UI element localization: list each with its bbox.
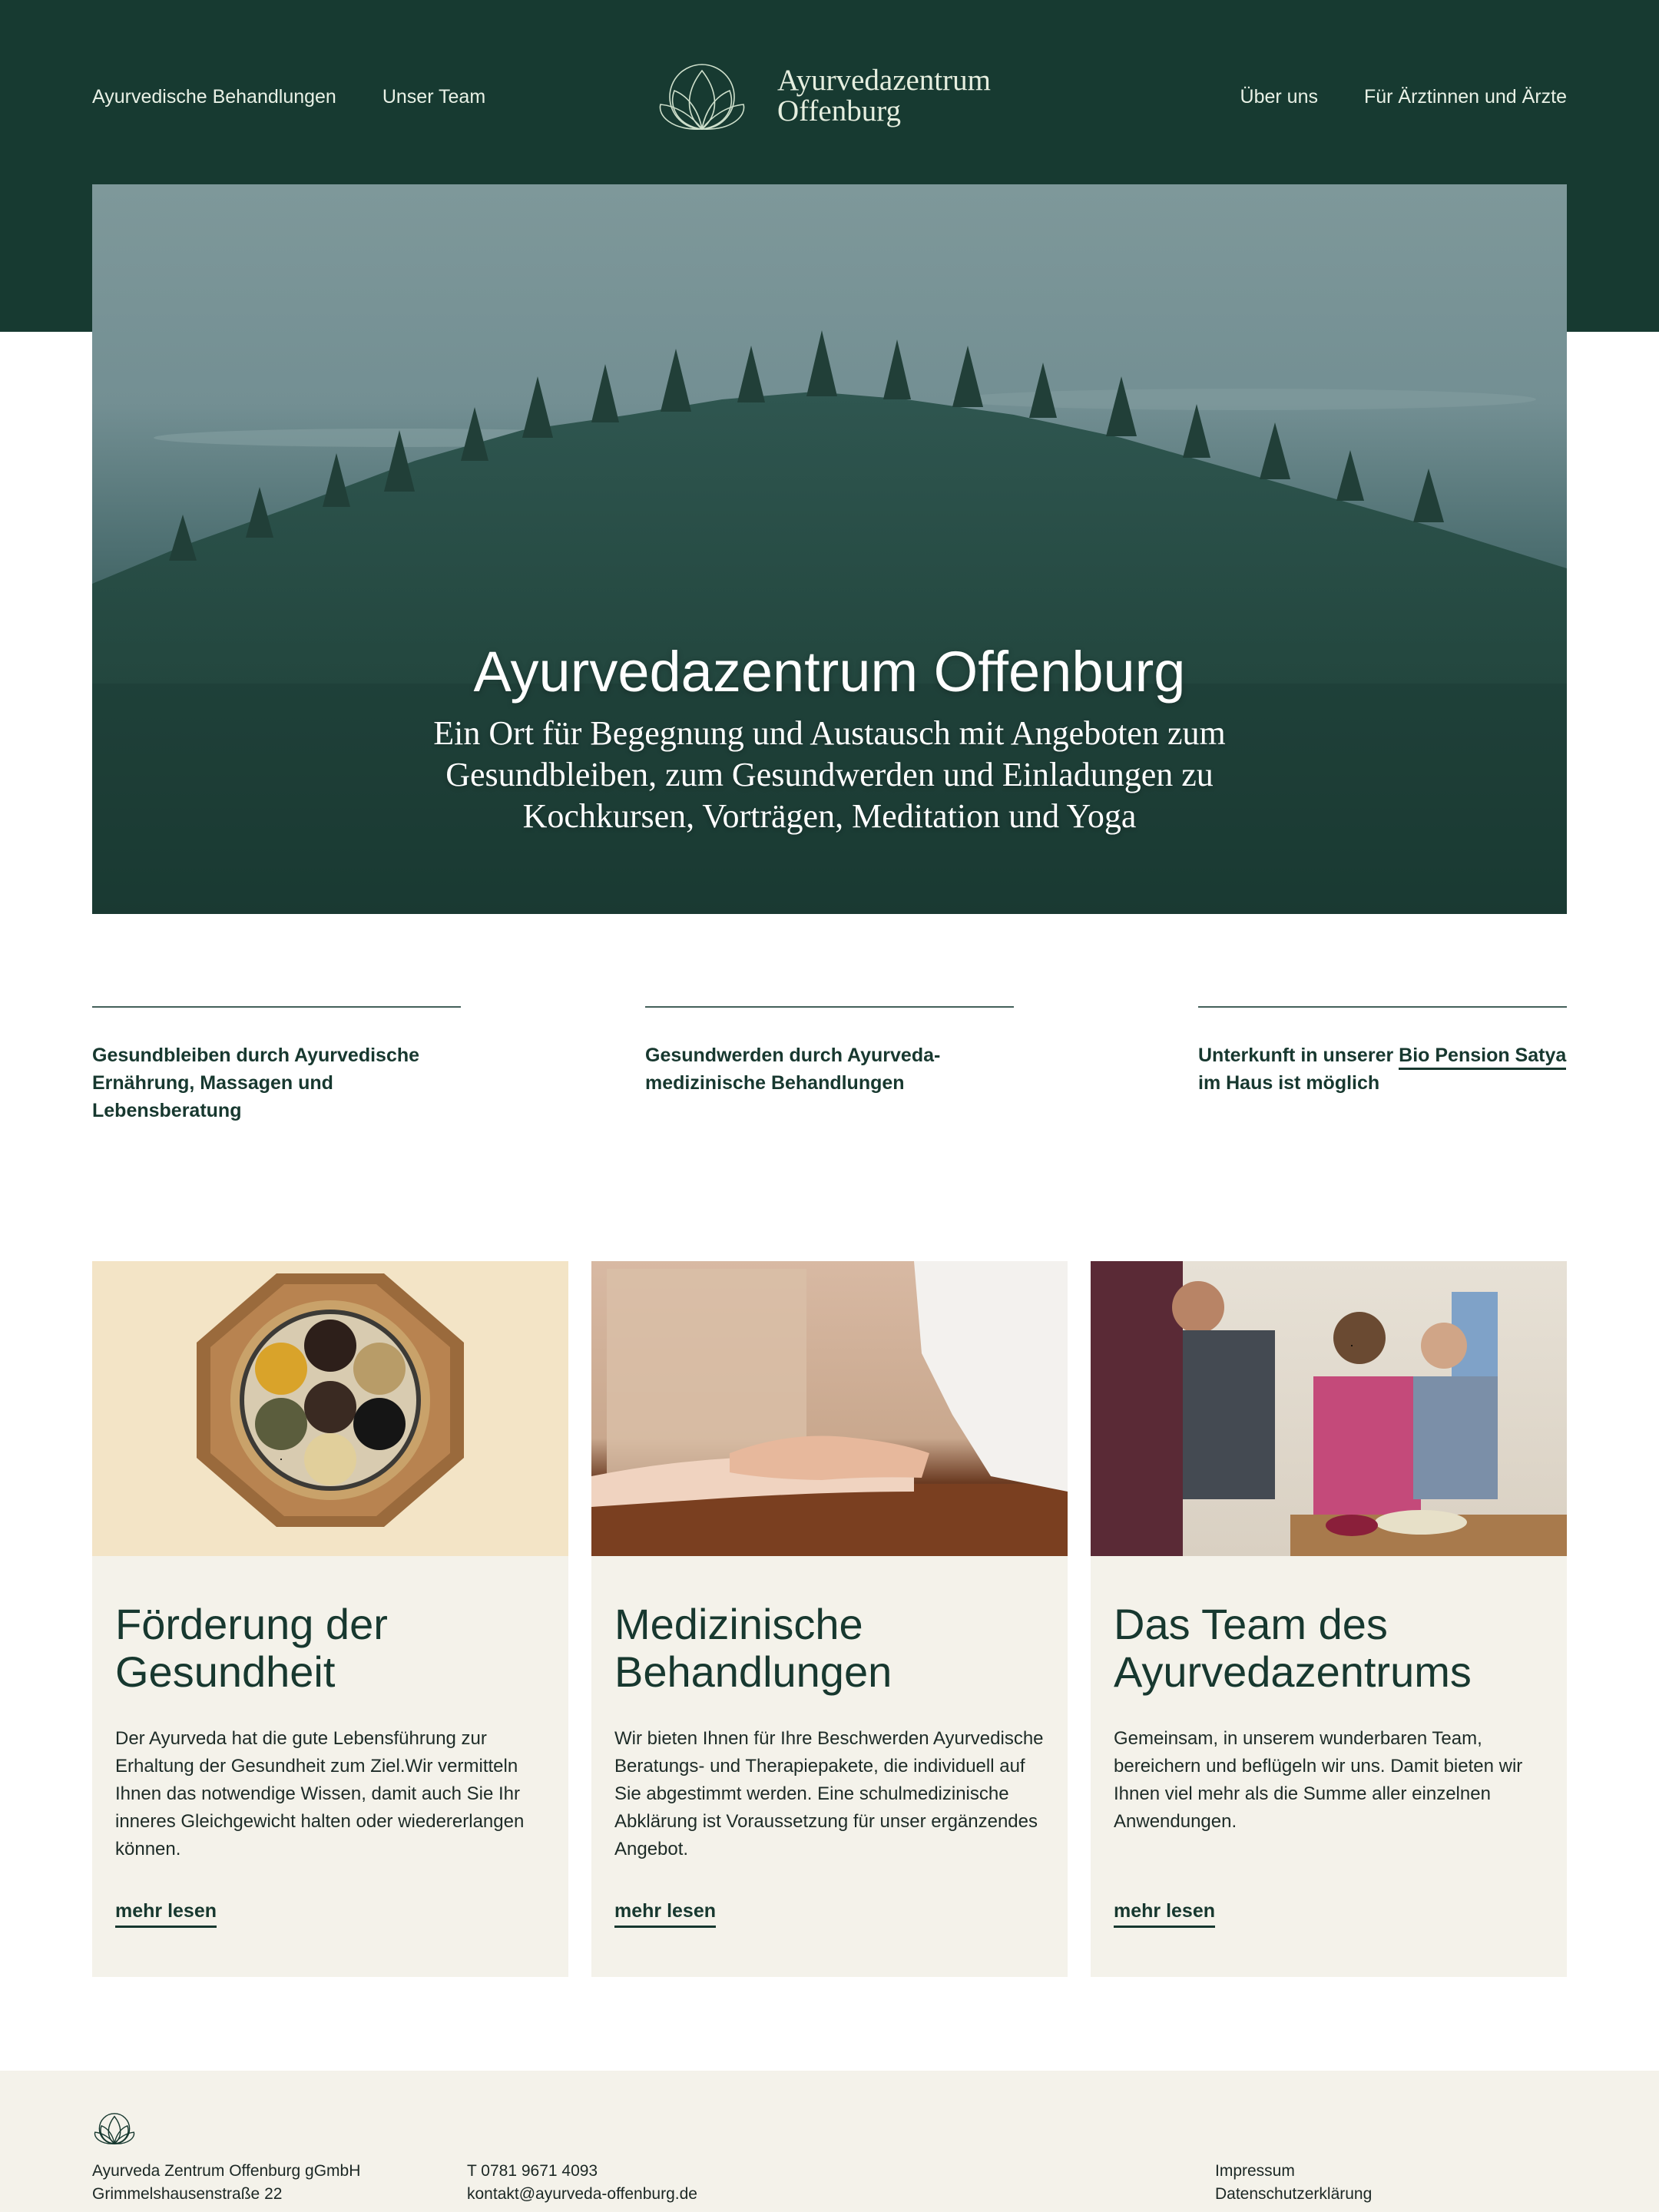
pulse-illustration — [591, 1261, 1068, 1556]
nav-link-ayurvedische-behandlungen[interactable]: Ayurvedische Behandlungen — [92, 83, 336, 111]
site-footer: Ayurveda Zentrum Offenburg gGmbH Grimmel… — [0, 2071, 1659, 2212]
spice-box-image — [92, 1261, 568, 1556]
card-text: Der Ayurveda hat die gute Lebensführung … — [115, 1728, 525, 1859]
feature-unterkunft: Unterkunft in unserer Bio Pension Satya … — [1198, 1006, 1567, 1097]
logo-line-1: Ayurvedazentrum — [777, 64, 991, 97]
feature-gesundbleiben: Gesundbleiben durch Ayurvedische Ernähru… — [92, 1006, 461, 1124]
footer-company: Ayurveda Zentrum Offenburg gGmbH — [92, 2162, 361, 2180]
nav-link-ueber-uns[interactable]: Über uns — [1240, 83, 1318, 111]
feature-text: Gesundbleiben durch Ayurvedische Ernähru… — [92, 1045, 420, 1121]
team-cooking-image — [1091, 1261, 1567, 1556]
card-team: Das Team des Ayurvedazentrums Gemeinsam,… — [1091, 1261, 1567, 1977]
team-illustration — [1091, 1261, 1567, 1556]
lotus-logo-icon — [659, 64, 745, 131]
footer-legal: Impressum Datenschutzerklärung — [1215, 2160, 1372, 2206]
bio-pension-satya-link[interactable]: Bio Pension Satya — [1399, 1045, 1567, 1070]
nav-link-unser-team[interactable]: Unser Team — [382, 83, 485, 111]
read-more-link[interactable]: mehr lesen — [1114, 1900, 1216, 1928]
feature-gesundwerden: Gesundwerden durch Ayurveda-medizinische… — [645, 1006, 1014, 1097]
privacy-link[interactable]: Datenschutzerklärung — [1215, 2183, 1372, 2206]
card-body: Medizinische Behandlungen Wir bieten Ihn… — [591, 1556, 1068, 1863]
card-foerderung: Förderung der Gesundheit Der Ayurveda ha… — [92, 1261, 568, 1977]
card-body: Förderung der Gesundheit Der Ayurveda ha… — [92, 1556, 568, 1863]
hero-subtitle: Ein Ort für Begegnung und Austausch mit … — [433, 714, 1226, 835]
card-title: Medizinische Behandlungen — [614, 1600, 892, 1696]
card-text: Gemeinsam, in unserem wunderbaren Team, … — [1114, 1728, 1523, 1832]
footer-address: Ayurveda Zentrum Offenburg gGmbH Grimmel… — [92, 2160, 360, 2206]
hero-title: Ayurvedazentrum Offenburg — [473, 640, 1186, 704]
logo-line-2: Offenburg — [777, 94, 902, 127]
spice-box-illustration — [197, 1273, 464, 1527]
feature-text-before: Unterkunft in unserer — [1198, 1045, 1399, 1066]
footer-street: Grimmelshausenstraße 22 — [92, 2185, 283, 2203]
feature-text: Gesundwerden durch Ayurveda-medizinische… — [645, 1045, 941, 1094]
feature-text-after: im Haus ist möglich — [1198, 1072, 1380, 1094]
card-behandlungen: Medizinische Behandlungen Wir bieten Ihn… — [591, 1261, 1068, 1977]
footer-phone[interactable]: T 0781 9671 4093 — [467, 2160, 697, 2183]
footer-lotus-logo-icon — [94, 2113, 135, 2145]
nav-left: Ayurvedische Behandlungen Unser Team — [92, 83, 485, 111]
footer-email-link[interactable]: kontakt@ayurveda-offenburg.de — [467, 2185, 697, 2203]
footer-contact: T 0781 9671 4093 kontakt@ayurveda-offenb… — [467, 2160, 697, 2206]
logo-wordmark: Ayurvedazentrum Offenburg — [777, 65, 991, 127]
card-title: Förderung der Gesundheit — [115, 1600, 388, 1696]
feature-text: Unterkunft in unserer Bio Pension Satya … — [1198, 1041, 1567, 1097]
nav-link-fuer-aerzte[interactable]: Für Ärztinnen und Ärzte — [1364, 83, 1567, 111]
card-text: Wir bieten Ihnen für Ihre Beschwerden Ay… — [614, 1728, 1044, 1859]
pulse-diagnosis-image — [591, 1261, 1068, 1556]
nav-right: Über uns Für Ärztinnen und Ärzte — [1240, 83, 1567, 111]
read-more-link[interactable]: mehr lesen — [614, 1900, 717, 1928]
card-title: Das Team des Ayurvedazentrums — [1114, 1600, 1472, 1696]
site-logo[interactable]: Ayurvedazentrum Offenburg — [654, 61, 991, 131]
read-more-link[interactable]: mehr lesen — [115, 1900, 217, 1928]
impressum-link[interactable]: Impressum — [1215, 2160, 1372, 2183]
card-body: Das Team des Ayurvedazentrums Gemeinsam,… — [1091, 1556, 1567, 1836]
hero-banner: Ayurvedazentrum Offenburg Ein Ort für Be… — [92, 184, 1567, 914]
